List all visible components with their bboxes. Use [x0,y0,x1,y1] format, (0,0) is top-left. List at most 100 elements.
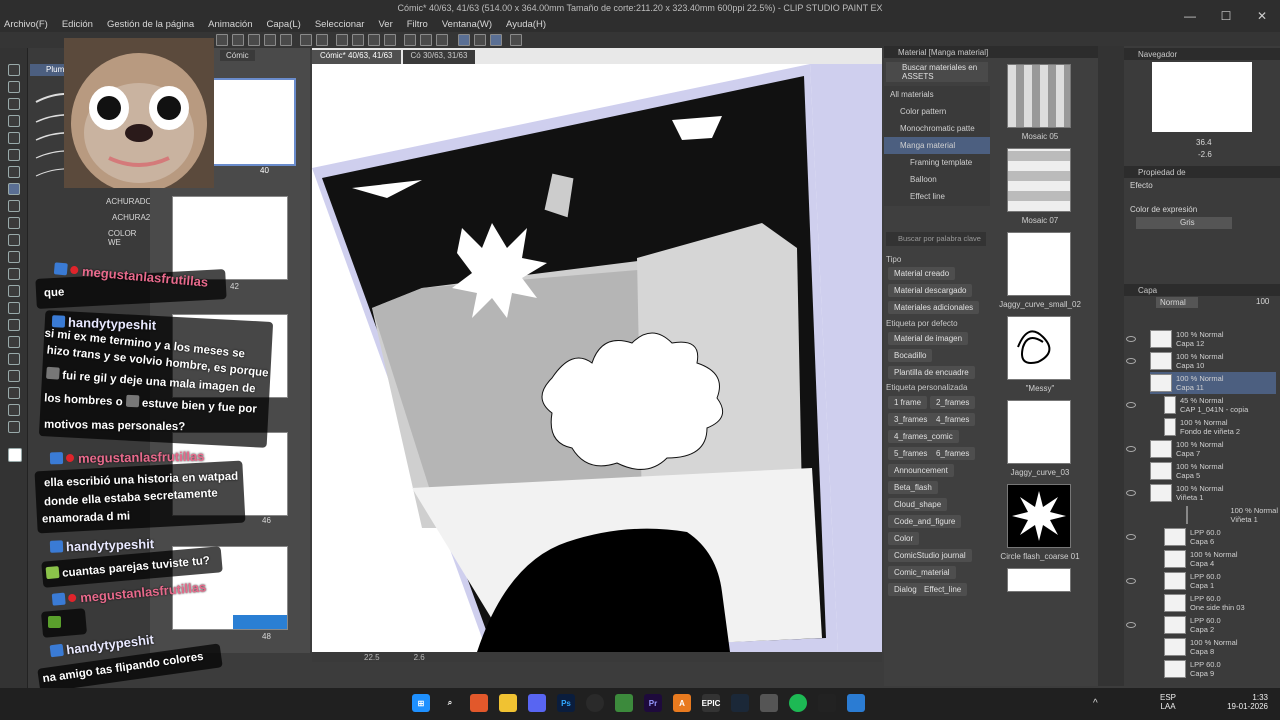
menu-ayuda[interactable]: Ayuda(H) [506,19,546,30]
layer-row[interactable]: LPP 60.0 Capa 9 [1164,658,1280,680]
brush-achurado[interactable]: ACHURADO [106,197,152,206]
epic-games-icon[interactable]: EPIC [702,694,720,712]
balloon-tool-icon[interactable] [8,404,20,416]
visibility-eye-icon[interactable] [1126,622,1136,628]
eraser-tool-icon[interactable] [8,268,20,280]
eyedropper-tool-icon[interactable] [8,166,20,178]
text-tool-icon[interactable] [8,387,20,399]
close-icon[interactable]: ✕ [1244,0,1280,32]
mosaic-05-thumb[interactable] [1007,64,1071,128]
layer-row[interactable]: 100 % Normal Capa 8 [1164,636,1280,658]
crop-icon[interactable] [404,34,416,46]
tag-materiales-adicionales[interactable]: Materiales adicionales [888,301,980,314]
tree-framing-template[interactable]: Framing template [884,154,990,171]
photoshop-icon[interactable]: Ps [557,694,575,712]
snap-ruler-icon[interactable] [458,34,470,46]
layer-row[interactable]: 100 % Normal Capa 4 [1164,548,1280,570]
tag-2-frames[interactable]: 2_frames [930,396,976,409]
spinner-icon[interactable] [336,34,348,46]
menu-archivo[interactable]: Archivo(F) [4,19,48,30]
tag-5-frames[interactable]: 5_frames [888,447,934,460]
layer-row[interactable]: LPP 60.0 One side thin 03 [1164,592,1280,614]
wand-tool-icon[interactable] [8,149,20,161]
tag-6-frames[interactable]: 6_frames [930,447,976,460]
decoration-tool-icon[interactable] [8,251,20,263]
menu-edicion[interactable]: Edición [62,19,93,30]
snap-grid-icon[interactable] [490,34,502,46]
undo-icon[interactable] [300,34,312,46]
tag-material-creado[interactable]: Material creado [888,267,956,280]
canvas-tab-comic-30[interactable]: Có 30/63, 31/63 [402,50,476,64]
pencil-tool-icon[interactable] [8,200,20,212]
fill-tool-icon[interactable] [8,302,20,314]
jaggy-curve-03-thumb[interactable] [1007,400,1071,464]
maximize-icon[interactable]: ☐ [1208,0,1244,32]
grid-icon[interactable] [420,34,432,46]
zoom-tool-icon[interactable] [8,64,20,76]
tag-comicstudio-journal[interactable]: ComicStudio journal [888,549,972,562]
messy-thumb[interactable] [1007,316,1071,380]
visibility-eye-icon[interactable] [1126,490,1136,496]
layer-row[interactable]: LPP 60.0 Capa 6 [1164,526,1280,548]
menu-gestion-pagina[interactable]: Gestión de la página [107,19,194,30]
app-icon[interactable] [615,694,633,712]
frame-tool-icon[interactable] [8,353,20,365]
fill-icon[interactable] [368,34,380,46]
visibility-eye-icon[interactable] [1126,358,1136,364]
layer-row[interactable]: 45 % Normal CAP 1_041N - copia [1164,394,1280,416]
app-icon[interactable] [847,694,865,712]
manga-page-canvas[interactable] [312,48,882,652]
airbrush-tool-icon[interactable] [8,234,20,246]
save-icon[interactable] [248,34,260,46]
tree-all-materials[interactable]: All materials [884,86,990,103]
visibility-eye-icon[interactable] [1126,446,1136,452]
tree-monochromatic[interactable]: Monochromatic patte [884,120,990,137]
new-file-icon[interactable] [216,34,228,46]
canvas-area[interactable] [312,48,882,652]
ruler-tool-icon[interactable] [8,370,20,382]
tag-3-frames[interactable]: 3_frames [888,413,934,426]
layer-row-selected[interactable]: 100 % Normal Capa 11 [1150,372,1276,394]
brave-icon[interactable] [470,694,488,712]
clear-icon[interactable] [352,34,364,46]
visibility-eye-icon[interactable] [1126,336,1136,342]
hand-tool-icon[interactable] [8,81,20,93]
line-correction-tool-icon[interactable] [8,421,20,433]
snap-special-icon[interactable] [474,34,486,46]
layer-row[interactable]: 100 % Normal Capa 12 [1150,328,1276,350]
layer-opacity[interactable]: 100 [1256,297,1269,306]
expression-color-select[interactable]: Gris [1136,217,1232,229]
navigator-zoom[interactable]: 36.4 [1196,138,1212,147]
tag-4-frames-comic[interactable]: 4_frames_comic [888,430,959,443]
tree-effect-line[interactable]: Effect line [884,188,990,205]
premiere-icon[interactable]: Pr [644,694,662,712]
windows-start-icon[interactable]: ⊞ [412,694,430,712]
tag-1-frame[interactable]: 1 frame [888,396,928,409]
menu-filtro[interactable]: Filtro [407,19,428,30]
operation-tool-icon[interactable] [8,115,20,127]
layer-row[interactable]: LPP 60.0 Capa 1 [1164,570,1280,592]
tag-material-imagen[interactable]: Material de imagen [888,332,969,345]
minimize-icon[interactable]: — [1172,0,1208,32]
tag-4-frames[interactable]: 4_frames [930,413,976,426]
brush-tool-icon[interactable] [8,217,20,229]
redo-icon[interactable] [316,34,328,46]
keyword-search-input[interactable]: Buscar por palabra clave [886,232,986,246]
app-icon[interactable]: A [673,694,691,712]
canvas-tab-comic-40[interactable]: Cómic* 40/63, 41/63 [312,50,401,64]
navigator-rotation[interactable]: -2.6 [1198,150,1212,159]
mosaic-07-thumb[interactable] [1007,148,1071,212]
page-tab[interactable]: Cómic [220,50,255,61]
tree-color-pattern[interactable]: Color pattern [884,103,990,120]
capcut-icon[interactable] [818,694,836,712]
layer-row[interactable]: 100 % Normal Capa 5 [1150,460,1276,482]
tag-announcement[interactable]: Announcement [888,464,954,477]
rotation-value[interactable]: 2.6 [414,653,425,662]
tag-comic-material[interactable]: Comic_material [888,566,956,579]
discord-icon[interactable] [528,694,546,712]
menu-ventana[interactable]: Ventana(W) [442,19,492,30]
tag-code-and-figure[interactable]: Code_and_figure [888,515,962,528]
navigator-preview[interactable] [1152,62,1252,132]
blend-mode-select[interactable]: Normal [1156,297,1198,308]
transform-icon[interactable] [384,34,396,46]
